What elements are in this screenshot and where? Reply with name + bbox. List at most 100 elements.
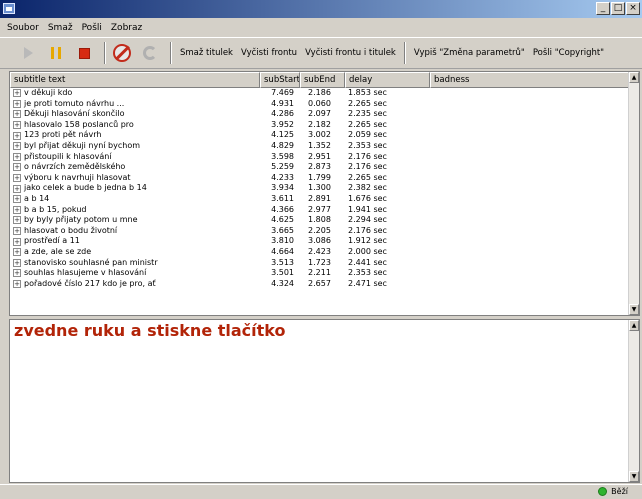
scroll-down-icon[interactable]: ▼ [629,304,639,315]
cell-substart: 3.611 [271,193,294,203]
expand-icon[interactable]: + [13,279,21,288]
column-subend[interactable]: subEnd [300,72,345,88]
maximize-button[interactable]: □ [611,2,625,15]
cell-delay: 2.265 sec [348,172,387,182]
subtitle-text: výboru k navrhuji hlasovat [24,172,131,182]
table-row[interactable]: + jako celek a bude b jedna b 14 3.934 1.30… [10,183,629,194]
expand-icon[interactable]: + [13,89,21,98]
expand-icon[interactable]: + [13,142,21,151]
cell-badness [430,215,629,226]
menu-soubor[interactable]: Soubor [3,23,44,33]
column-delay[interactable]: delay [345,72,430,88]
table-row[interactable]: + Děkuji hlasování skončilo 4.286 2.097 2.23… [10,109,629,120]
table-row[interactable]: + a zde, ale se zde 4.664 2.423 2.000 sec [10,247,629,258]
pause-icon [51,47,61,59]
table-scrollbar[interactable]: ▲ ▼ [628,72,639,315]
cell-subtitle-text: + souhlas hlasujeme v hlasování [10,268,260,279]
table-row[interactable]: + prostředí a 11 3.810 3.086 1.912 sec [10,236,629,247]
subtitle-text: hlasovalo 158 poslanců pro [24,119,134,129]
prohibited-icon [113,44,131,62]
table-row[interactable]: + stanovisko souhlasné pan ministr 3.513 1.… [10,258,629,269]
scroll-up-icon[interactable]: ▲ [629,72,639,83]
cell-delay: 1.853 sec [348,88,387,97]
cell-delay: 2.265 sec [348,98,387,108]
table-row[interactable]: + výboru k navrhuji hlasovat 4.233 1.799 2.2… [10,173,629,184]
clear-queue-button[interactable]: Vyčisti frontu [237,48,301,58]
table-row[interactable]: + v děkuji kdo 7.469 2.186 1.853 sec [10,88,629,99]
expand-icon[interactable]: + [13,248,21,257]
column-substart[interactable]: subStart [260,72,300,88]
column-badness[interactable]: badness [430,72,629,88]
cell-delay: 2.176 sec [348,162,387,172]
status-label: Běží [611,487,628,496]
table-row[interactable]: + přistoupili k hlasování 3.598 2.951 2.176 … [10,152,629,163]
table-row[interactable]: + b a b 15, pokud 4.366 2.977 1.941 sec [10,205,629,216]
table-row[interactable]: +123 proti pět návrh 4.125 3.002 2.059 sec [10,130,629,141]
table-row[interactable]: + je proti tomuto návrhu ... 4.931 0.060 2.2… [10,99,629,110]
expand-icon[interactable]: + [13,110,21,119]
clear-queue-and-subtitle-button[interactable]: Vyčisti frontu i titulek [301,48,400,58]
editor-scrollbar[interactable]: ▲ ▼ [628,320,639,482]
stop-button[interactable] [72,41,96,65]
pause-button[interactable] [44,41,68,65]
table-row[interactable]: + o návrzích zemědělského 5.259 2.873 2.176 … [10,162,629,173]
expand-icon[interactable]: + [13,205,21,214]
table-row[interactable]: + a b 14 3.611 2.891 1.676 sec [10,194,629,205]
expand-icon[interactable]: + [13,121,21,130]
cell-subend: 2.423 [308,246,331,256]
table-row[interactable]: + byl přijat děkuji nyní bychom 4.829 1.352… [10,141,629,152]
menu-smaz[interactable]: Smaž [44,23,78,33]
expand-icon[interactable]: + [13,258,21,267]
menu-zobraz[interactable]: Zobraz [107,23,147,33]
play-button[interactable] [16,41,40,65]
table-row[interactable]: + by byly přijaty potom u mne 4.625 1.808 2.… [10,215,629,226]
table-row[interactable]: + pořadové číslo 217 kdo je pro, ať 4.324 2… [10,279,629,290]
table-row[interactable]: + hlasovat o bodu životní 3.665 2.205 2.176 … [10,226,629,237]
expand-icon[interactable]: + [13,195,21,204]
cell-substart: 3.934 [271,183,294,193]
table-row[interactable]: + souhlas hlasujeme v hlasování 3.501 2.211… [10,268,629,279]
cell-badness [430,120,629,131]
cell-badness [430,236,629,247]
close-button[interactable]: × [626,2,640,15]
cell-delay: 2.235 sec [348,109,387,119]
table-row[interactable]: + hlasovalo 158 poslanců pro 3.952 2.182 2.2… [10,120,629,131]
scroll-down-icon[interactable]: ▼ [629,471,639,482]
cell-substart: 3.952 [271,119,294,129]
send-copyright-button[interactable]: Pošli "Copyright" [529,48,608,58]
scroll-up-icon[interactable]: ▲ [629,320,639,331]
cell-subtitle-text: + v děkuji kdo [10,88,260,99]
cell-badness [430,205,629,216]
expand-icon[interactable]: + [13,99,21,108]
cell-subtitle-text: + byl přijat děkuji nyní bychom [10,141,260,152]
expand-icon[interactable]: + [13,269,21,278]
cell-subtitle-text: + Děkuji hlasování skončilo [10,109,260,120]
subtitle-table[interactable]: subtitle text subStart subEnd delay badn… [9,71,640,316]
expand-icon[interactable]: + [13,163,21,172]
expand-icon[interactable]: + [13,184,21,193]
subtitle-text: pořadové číslo 217 kdo je pro, ať [24,278,156,288]
minimize-button[interactable]: _ [596,2,610,15]
expand-icon[interactable]: + [13,216,21,225]
expand-icon[interactable]: + [13,174,21,183]
cell-substart: 3.810 [271,236,294,246]
subtitle-text: přistoupili k hlasování [24,151,112,161]
print-parameter-change-button[interactable]: Vypiš "Změna parametrů" [410,48,529,58]
subtitle-editor[interactable]: zvedne ruku a stiskne tlačítko ▲ ▼ [9,319,640,483]
cell-substart: 3.598 [271,151,294,161]
column-subtitle-text[interactable]: subtitle text [10,72,260,88]
menu-posli[interactable]: Pošli [78,23,107,33]
cell-subend: 1.808 [308,215,331,225]
expand-icon[interactable]: + [13,237,21,246]
cell-subtitle-text: + hlasovat o bodu životní [10,226,260,237]
expand-icon[interactable]: + [13,227,21,236]
table-body: + v děkuji kdo 7.469 2.186 1.853 sec + je prot… [10,88,629,289]
cell-badness [430,247,629,258]
expand-icon[interactable]: + [13,152,21,161]
clear-subtitle-button[interactable]: Smaž titulek [176,48,237,58]
cell-subtitle-text: + prostředí a 11 [10,236,260,247]
refresh-button[interactable] [138,41,162,65]
no-subtitles-button[interactable] [110,41,134,65]
expand-icon[interactable]: + [13,131,21,140]
cell-subend: 2.211 [308,268,331,278]
